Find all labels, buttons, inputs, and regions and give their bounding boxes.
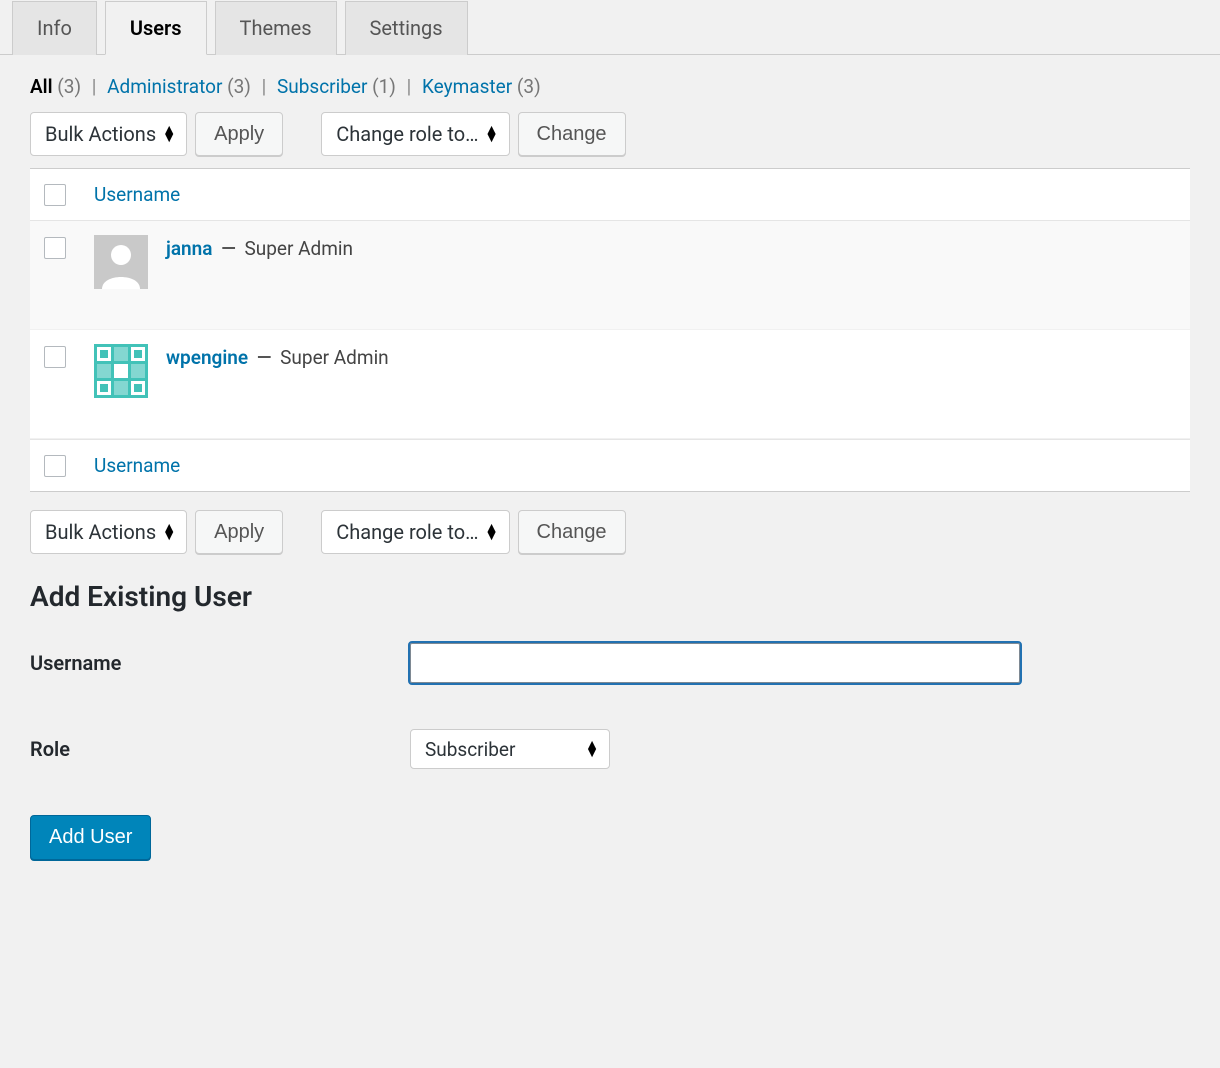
user-role: Super Admin [280, 346, 389, 369]
users-table: Username janna — Super Admin [30, 168, 1190, 492]
user-line: wpengine — Super Admin [166, 346, 389, 369]
sort-icon: ▲▼ [485, 126, 499, 142]
username-link[interactable]: wpengine [166, 346, 248, 369]
tab-info[interactable]: Info [12, 1, 97, 55]
tab-themes[interactable]: Themes [215, 1, 337, 55]
select-all-checkbox[interactable] [44, 184, 66, 206]
filter-keymaster-count: (3) [517, 75, 541, 98]
avatar [94, 235, 148, 289]
bulk-actions-select[interactable]: Bulk Actions ▲▼ [30, 112, 187, 156]
user-filters: All (3) | Administrator (3) | Subscriber… [30, 75, 1190, 98]
table-row: wpengine — Super Admin [30, 330, 1190, 439]
table-footer: Username [30, 439, 1190, 491]
change-role-select-bottom[interactable]: Change role to… ▲▼ [321, 510, 509, 554]
sort-icon: ▲▼ [162, 126, 176, 142]
filter-all[interactable]: All [30, 75, 53, 98]
top-action-bar: Bulk Actions ▲▼ Apply Change role to… ▲▼… [30, 112, 1190, 156]
change-role-label: Change role to… [336, 122, 478, 146]
select-all-checkbox-bottom[interactable] [44, 455, 66, 477]
form-row-username: Username [30, 643, 1190, 683]
bulk-actions-label: Bulk Actions [45, 520, 156, 544]
col-username-bottom[interactable]: Username [94, 454, 180, 477]
col-username[interactable]: Username [94, 183, 180, 206]
filter-subscriber-count: (1) [372, 75, 396, 98]
role-label: Role [30, 737, 410, 761]
add-existing-user-heading: Add Existing User [30, 580, 1190, 613]
bulk-actions-select-bottom[interactable]: Bulk Actions ▲▼ [30, 510, 187, 554]
sort-icon: ▲▼ [585, 741, 599, 757]
role-select[interactable]: Subscriber ▲▼ [410, 729, 610, 769]
sort-icon: ▲▼ [162, 524, 176, 540]
table-header: Username [30, 169, 1190, 221]
apply-button-bottom[interactable]: Apply [195, 510, 283, 554]
filter-all-count: (3) [57, 75, 81, 98]
user-line: janna — Super Admin [166, 237, 353, 260]
role-value: Subscriber [425, 738, 515, 761]
username-input[interactable] [410, 643, 1020, 683]
change-role-label: Change role to… [336, 520, 478, 544]
row-checkbox[interactable] [44, 346, 66, 368]
change-button-bottom[interactable]: Change [518, 510, 626, 554]
filter-subscriber[interactable]: Subscriber [277, 75, 367, 98]
table-row: janna — Super Admin [30, 221, 1190, 330]
apply-button[interactable]: Apply [195, 112, 283, 156]
dash-separator: — [217, 237, 240, 260]
bottom-action-bar: Bulk Actions ▲▼ Apply Change role to… ▲▼… [30, 510, 1190, 554]
tab-settings[interactable]: Settings [345, 1, 468, 55]
filter-administrator-count: (3) [227, 75, 251, 98]
bulk-actions-label: Bulk Actions [45, 122, 156, 146]
username-label: Username [30, 651, 410, 675]
user-role: Super Admin [245, 237, 354, 260]
change-button[interactable]: Change [518, 112, 626, 156]
filter-keymaster[interactable]: Keymaster [422, 75, 512, 98]
tabs: Info Users Themes Settings [0, 0, 1220, 55]
row-checkbox[interactable] [44, 237, 66, 259]
tab-users[interactable]: Users [105, 1, 207, 55]
avatar [94, 344, 148, 398]
filter-administrator[interactable]: Administrator [107, 75, 222, 98]
form-row-role: Role Subscriber ▲▼ [30, 729, 1190, 769]
dash-separator: — [253, 346, 276, 369]
sort-icon: ▲▼ [485, 524, 499, 540]
add-user-button[interactable]: Add User [30, 815, 151, 860]
change-role-select[interactable]: Change role to… ▲▼ [321, 112, 509, 156]
username-link[interactable]: janna [166, 237, 213, 260]
